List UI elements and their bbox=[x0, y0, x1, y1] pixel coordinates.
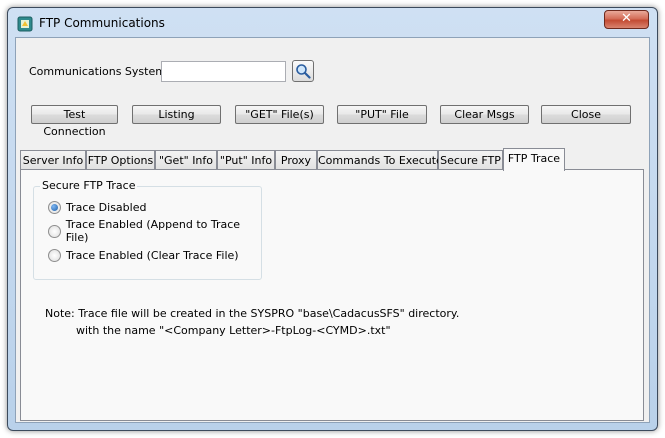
radio-label: Trace Disabled bbox=[66, 200, 147, 214]
tab-ftp-trace[interactable]: FTP Trace bbox=[503, 148, 565, 171]
radio-label: Trace Enabled (Clear Trace File) bbox=[66, 248, 239, 262]
communications-system-label: Communications System : bbox=[29, 65, 174, 78]
trace-note-line-1: Note: Trace file will be created in the … bbox=[45, 307, 460, 320]
close-icon: ✕ bbox=[621, 11, 632, 26]
window-title: FTP Communications bbox=[39, 16, 165, 30]
ftp-app-icon bbox=[17, 16, 33, 32]
tab-commands-to-execute[interactable]: Commands To Execute bbox=[317, 150, 443, 170]
tab-proxy[interactable]: Proxy bbox=[275, 150, 317, 170]
dialog-client-area: Communications System : Test Connection … bbox=[15, 37, 650, 423]
radio-trace-enabled-clear[interactable]: Trace Enabled (Clear Trace File) bbox=[48, 247, 239, 263]
communications-system-input[interactable] bbox=[161, 61, 286, 82]
radio-label: Trace Enabled (Append to Trace File) bbox=[65, 218, 241, 244]
trace-note-line-2: with the name "<Company Letter>-FtpLog-<… bbox=[76, 324, 391, 337]
secure-ftp-trace-group: Secure FTP Trace Trace Disabled Trace En… bbox=[33, 179, 262, 280]
window-close-button[interactable]: ✕ bbox=[604, 10, 649, 29]
radio-trace-disabled[interactable]: Trace Disabled bbox=[48, 199, 146, 215]
tab-ftp-options[interactable]: FTP Options bbox=[86, 150, 155, 170]
communications-system-search-button[interactable] bbox=[292, 60, 314, 82]
ftp-trace-panel: Secure FTP Trace Trace Disabled Trace En… bbox=[20, 169, 644, 421]
put-file-button[interactable]: "PUT" File bbox=[337, 105, 427, 124]
radio-trace-enabled-append[interactable]: Trace Enabled (Append to Trace File) bbox=[48, 218, 261, 244]
title-bar[interactable]: FTP Communications ✕ bbox=[8, 8, 657, 38]
radio-icon[interactable] bbox=[48, 224, 61, 238]
ftp-communications-window: FTP Communications ✕ Communications Syst… bbox=[7, 7, 658, 431]
group-title: Secure FTP Trace bbox=[40, 179, 138, 192]
tab-server-info[interactable]: Server Info bbox=[20, 150, 86, 170]
tab-put-info[interactable]: "Put" Info bbox=[217, 150, 275, 170]
test-connection-button[interactable]: Test Connection bbox=[31, 105, 118, 138]
search-icon bbox=[296, 64, 311, 79]
tab-secure-ftp[interactable]: Secure FTP bbox=[438, 150, 503, 170]
radio-selected-icon[interactable] bbox=[48, 200, 61, 214]
radio-icon[interactable] bbox=[48, 248, 61, 262]
get-files-button[interactable]: "GET" File(s) bbox=[235, 105, 324, 124]
tab-get-info[interactable]: "Get" Info bbox=[155, 150, 217, 170]
clear-msgs-button[interactable]: Clear Msgs bbox=[440, 105, 529, 124]
tab-strip: Server Info FTP Options "Get" Info "Put"… bbox=[20, 148, 648, 171]
listing-button[interactable]: Listing bbox=[132, 105, 221, 124]
close-button[interactable]: Close bbox=[541, 105, 631, 124]
